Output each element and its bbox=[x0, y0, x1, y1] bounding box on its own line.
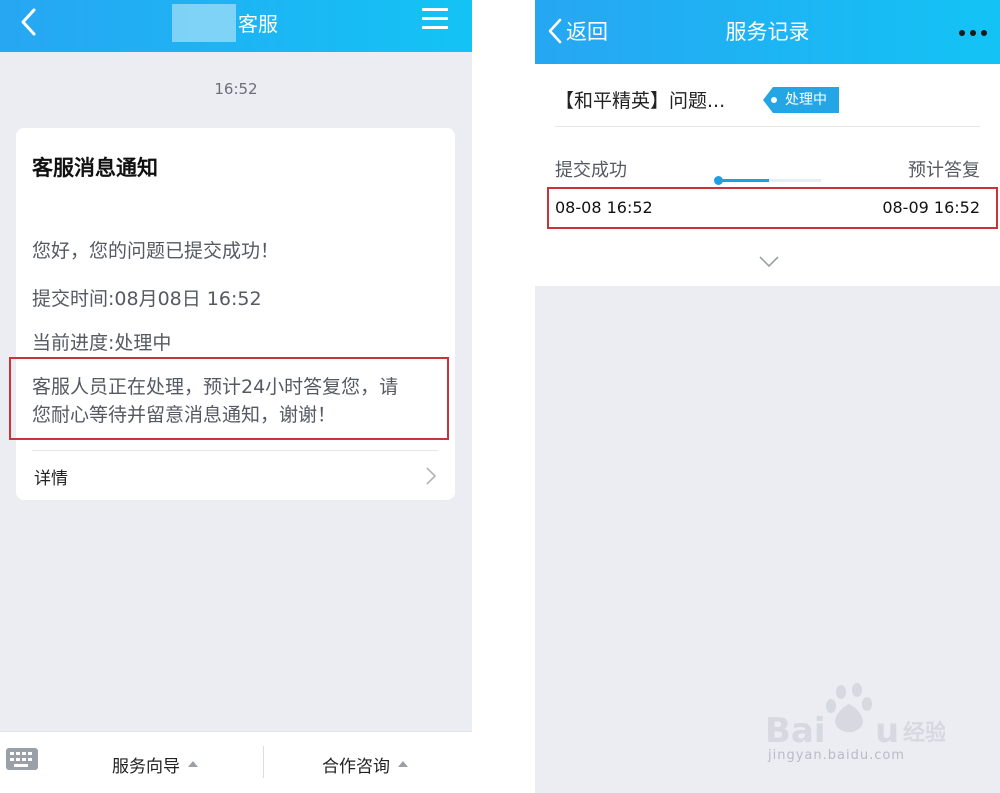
chat-title: 客服 bbox=[238, 12, 278, 36]
right-screen: 返回 服务记录 【和平精英】问题... 处理中 提交成功 预计答复 08-08 … bbox=[535, 0, 1000, 793]
bottom-separator bbox=[263, 746, 264, 778]
card-divider bbox=[32, 450, 438, 451]
step-submitted: 提交成功 bbox=[555, 160, 627, 181]
record-divider bbox=[555, 126, 980, 127]
cooperation-label: 合作咨询 bbox=[322, 757, 390, 777]
chevron-right-icon bbox=[426, 467, 437, 485]
message-timestamp: 16:52 bbox=[214, 80, 258, 98]
step-expected-reply: 预计答复 bbox=[908, 160, 980, 181]
more-dots-icon[interactable] bbox=[959, 30, 989, 36]
submit-time-text: 提交时间:08月08日 16:52 bbox=[32, 288, 262, 310]
svg-text:Bai: Bai bbox=[765, 711, 826, 751]
card-title: 客服消息通知 bbox=[32, 156, 158, 180]
service-guide-label: 服务向导 bbox=[112, 757, 180, 777]
cooperation-menu[interactable]: 合作咨询 bbox=[322, 752, 408, 777]
redacted-name bbox=[172, 4, 236, 42]
progress-track bbox=[714, 176, 821, 185]
greeting-text: 您好，您的问题已提交成功！ bbox=[32, 240, 280, 262]
tag-dot-icon bbox=[771, 97, 777, 103]
right-header: 返回 服务记录 bbox=[535, 0, 1000, 64]
progress-text: 当前进度:处理中 bbox=[32, 332, 172, 354]
page-title: 服务记录 bbox=[725, 20, 810, 44]
bottom-bar: 服务向导 合作咨询 bbox=[0, 731, 472, 793]
detail-link[interactable]: 详情 bbox=[34, 464, 68, 489]
svg-text:u: u bbox=[875, 711, 899, 751]
service-record-panel: 【和平精英】问题... 处理中 提交成功 预计答复 08-08 16:52 08… bbox=[535, 64, 1000, 286]
keyboard-icon[interactable] bbox=[6, 748, 38, 770]
svg-text:经验: 经验 bbox=[903, 720, 945, 746]
chevron-down-icon[interactable] bbox=[759, 256, 779, 268]
caret-up-icon bbox=[188, 761, 198, 767]
notification-card[interactable]: 客服消息通知 您好，您的问题已提交成功！ 提交时间:08月08日 16:52 当… bbox=[16, 128, 455, 500]
watermark-url: jingyan.baidu.com bbox=[768, 748, 905, 763]
highlight-box-right bbox=[547, 187, 998, 229]
highlight-box-left bbox=[9, 357, 449, 440]
caret-up-icon bbox=[398, 761, 408, 767]
left-header: 客服 bbox=[0, 0, 472, 52]
progress-fill bbox=[717, 179, 769, 182]
hamburger-menu-icon[interactable] bbox=[422, 8, 448, 32]
case-title[interactable]: 【和平精英】问题... bbox=[555, 86, 725, 113]
service-guide-menu[interactable]: 服务向导 bbox=[112, 752, 198, 777]
back-arrow-icon[interactable] bbox=[14, 6, 44, 38]
progress-dot bbox=[714, 176, 723, 185]
